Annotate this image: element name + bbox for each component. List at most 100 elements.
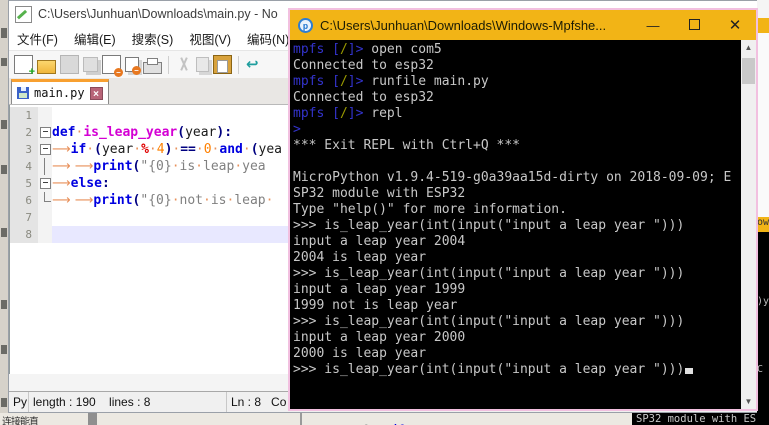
menu-item-3[interactable]: 视图(V) [181, 26, 239, 51]
mpfshell-app-icon: p [298, 17, 313, 33]
status-cell-0: Py [9, 392, 29, 412]
saved-floppy-icon [17, 87, 29, 99]
new-file-icon[interactable] [14, 55, 35, 78]
scrollbar-thumb[interactable] [742, 58, 755, 84]
sliver-fragment [757, 33, 769, 217]
sliver-text-fragment: )y [757, 296, 769, 307]
tab-label: main.py [34, 86, 85, 100]
paste-icon[interactable] [213, 55, 232, 74]
status-cell-1: length : 190 lines : 8 [29, 392, 227, 412]
sliver-fragment [1, 120, 7, 129]
console-screen[interactable]: mpfs [/]> open com5 Connected to esp32 mpf… [290, 40, 756, 409]
console-title-text: C:\Users\Junhuan\Downloads\Windows-Mpfsh… [320, 17, 607, 33]
sliver-fragment [757, 18, 769, 33]
sliver-fragment: )y C [757, 232, 769, 425]
tab-close-icon[interactable]: × [89, 86, 103, 100]
console-line: 1999 not is leap year [293, 298, 458, 313]
sliver-fragment [1, 228, 7, 237]
line-number: 2 [10, 124, 38, 141]
copy-icon [196, 57, 209, 72]
sliver-fragment [757, 0, 769, 18]
line-number: 8 [10, 226, 38, 243]
notepadpp-title-text: C:\Users\Junhuan\Downloads\main.py - No [38, 7, 278, 21]
notepadpp-app-icon [15, 5, 32, 23]
open-file-icon[interactable] [37, 60, 56, 74]
maximize-button[interactable] [677, 18, 711, 33]
console-line: Type "help()" for more information. [293, 202, 567, 217]
console-line: mpfs [/]> repl [293, 106, 403, 121]
sliver-text-fragment: ow [757, 217, 769, 232]
line-number: 1 [10, 107, 38, 124]
line-number: 6 [10, 192, 38, 209]
sliver-fragment [1, 58, 7, 66]
console-scrollbar[interactable]: ▲ ▼ [741, 40, 756, 409]
console-line: >>> is_leap_year(int(input("input a leap… [293, 314, 685, 329]
console-line: input a leap year 2004 [293, 234, 466, 249]
console-titlebar[interactable]: p C:\Users\Junhuan\Downloads\Windows-Mpf… [290, 10, 756, 40]
menu-item-1[interactable]: 编辑(E) [66, 26, 124, 51]
console-line: >>> is_leap_year(int(input("input a leap… [293, 218, 685, 233]
console-line: 2000 is leap year [293, 346, 427, 361]
fold-margin [38, 107, 52, 124]
background-window-sliver-right: ow )y C [757, 0, 769, 425]
console-line: *** Exit REPL with Ctrl+Q *** [293, 138, 520, 153]
console-line: MicroPython v1.9.4-519-g0a39aa15d-dirty … [293, 170, 732, 185]
menu-item-2[interactable]: 搜索(S) [124, 26, 182, 51]
maximize-icon [688, 18, 700, 30]
desktop-screen: C:\Users\Junhuan\Downloads\main.py - No … [0, 0, 769, 425]
close-file-icon[interactable] [102, 55, 123, 77]
sliver-fragment [1, 28, 7, 38]
fold-collapse-icon[interactable] [39, 144, 51, 155]
background-window-sliver-bottom: 连接能直 ƒ □ ⟶if n > 2: SP32 module with ESP [0, 413, 769, 425]
save-icon [60, 55, 79, 74]
fold-margin[interactable] [38, 175, 52, 192]
console-line: input a leap year 1999 [293, 282, 466, 297]
line-number: 7 [10, 209, 38, 226]
save-all-icon [83, 57, 98, 72]
background-console-fragment: SP32 module with ESP [632, 413, 769, 425]
fold-margin[interactable] [38, 124, 52, 141]
fold-margin [38, 209, 52, 226]
console-line: SP32 module with ESP32 [293, 186, 466, 201]
console-text: mpfs [/]> open com5 Connected to esp32 mpf… [290, 40, 741, 409]
fold-margin[interactable] [38, 141, 52, 158]
fold-margin [38, 226, 52, 243]
tab-main-py[interactable]: main.py × [11, 79, 109, 104]
background-text-fragment: 连接能直 [2, 417, 38, 425]
line-number: 3 [10, 141, 38, 158]
sliver-fragment [1, 300, 7, 309]
undo-icon[interactable] [245, 56, 262, 73]
menu-item-0[interactable]: 文件(F) [9, 26, 66, 51]
minimize-button[interactable]: — [636, 18, 670, 33]
mpfshell-console-window: p C:\Users\Junhuan\Downloads\Windows-Mpf… [288, 8, 758, 411]
console-line: > [293, 122, 301, 137]
sliver-fragment [1, 398, 7, 407]
sliver-fragment [1, 165, 7, 174]
scroll-down-icon[interactable]: ▼ [741, 394, 756, 409]
console-line: >>> is_leap_year(int(input("input a leap… [293, 266, 685, 281]
fold-margin [38, 158, 52, 175]
cut-icon [175, 56, 192, 73]
close-all-icon[interactable] [125, 57, 141, 75]
console-line: mpfs [/]> runfile main.py [293, 74, 489, 89]
console-line: Connected to esp32 [293, 90, 434, 105]
console-line: input a leap year 2000 [293, 330, 466, 345]
close-button[interactable]: ✕ [718, 16, 752, 34]
background-divider-fragment [300, 413, 302, 425]
scroll-up-icon[interactable]: ▲ [741, 40, 756, 55]
toolbar-separator [168, 55, 169, 74]
line-number: 4 [10, 158, 38, 175]
fold-collapse-icon[interactable] [39, 127, 51, 138]
console-line: 2004 is leap year [293, 250, 427, 265]
console-line: >>> is_leap_year(int(input("input a leap… [293, 362, 741, 378]
background-scrollbar-fragment [88, 413, 97, 425]
console-line: mpfs [/]> open com5 [293, 42, 442, 57]
background-window-sliver-left [0, 0, 8, 425]
sliver-fragment [1, 345, 7, 354]
toolbar-separator [238, 55, 239, 74]
fold-collapse-icon[interactable] [39, 178, 51, 189]
console-cursor [685, 368, 694, 374]
console-line: Connected to esp32 [293, 58, 434, 73]
print-icon[interactable] [143, 58, 162, 74]
